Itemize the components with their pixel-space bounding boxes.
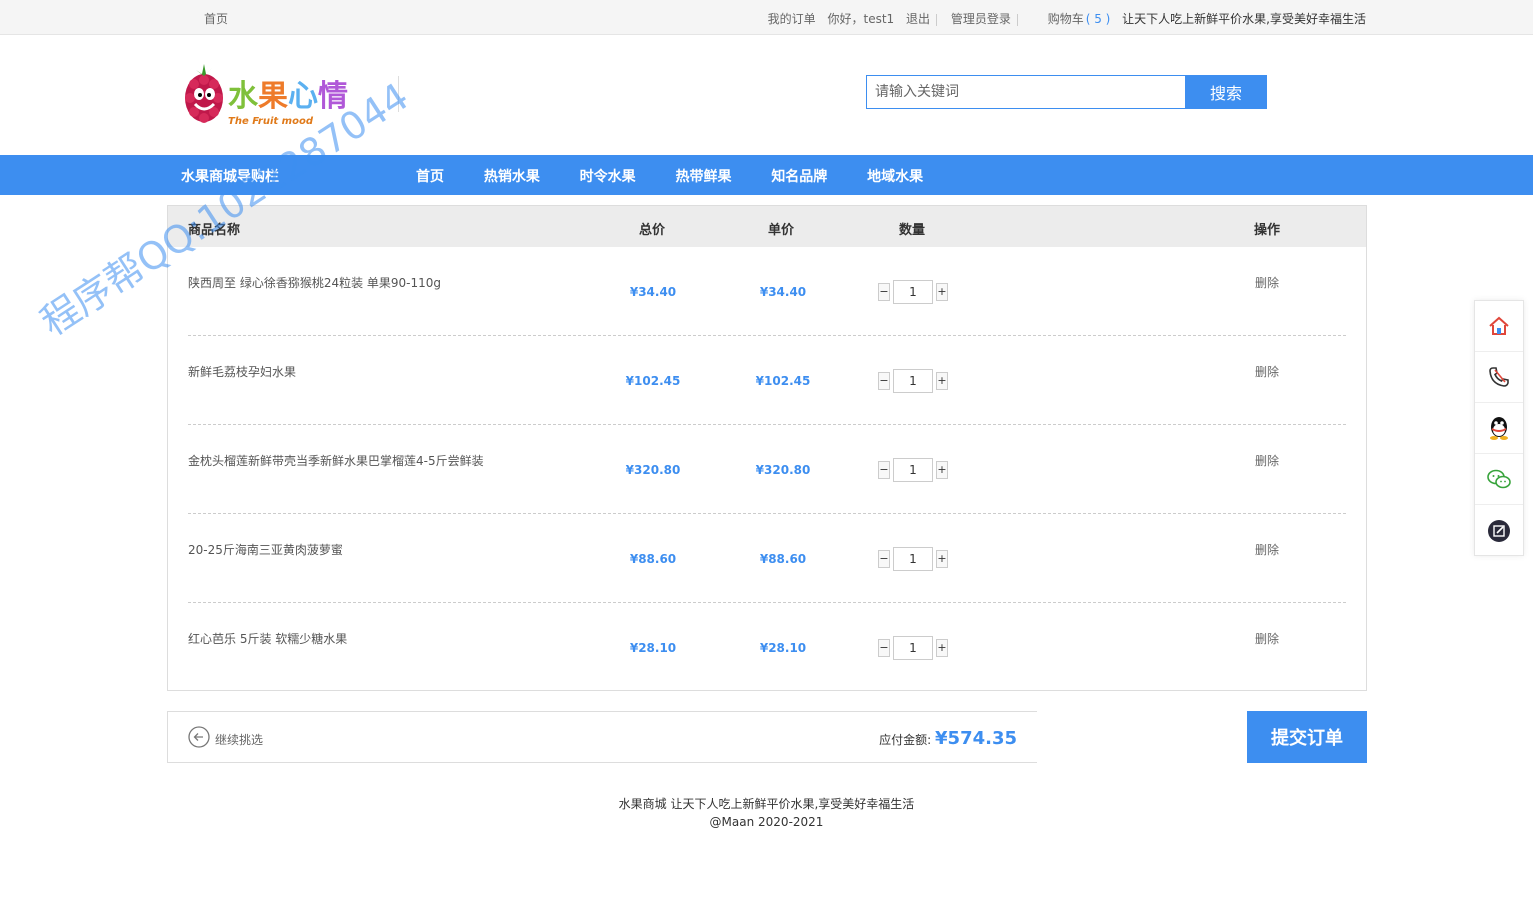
edit-icon: [1488, 519, 1510, 542]
top-slogan: 让天下人吃上新鲜平价水果,享受美好幸福生活: [1122, 12, 1366, 26]
nav-item-tropical[interactable]: 热带鲜果: [675, 166, 731, 186]
top-bar: 首页 我的订单 你好，test1 退出 管理员登录 购物车( 5 ) 让天下人吃…: [0, 0, 1533, 35]
side-phone-button[interactable]: [1475, 352, 1523, 403]
payable-amount: ¥574.35: [935, 728, 1017, 749]
site-logo[interactable]: 水果心情 The Fruit mood: [182, 62, 362, 130]
nav-items: 首页 热销水果 时令水果 热带鲜果 知名品牌 地域水果: [416, 166, 959, 186]
side-feedback-button[interactable]: [1475, 505, 1523, 556]
search-input[interactable]: [866, 75, 1186, 109]
nav-item-brands[interactable]: 知名品牌: [771, 166, 827, 186]
table-row: 陕西周至 绿心徐香猕猴桃24粒装 单果90-110g ¥34.40 ¥34.40…: [168, 247, 1366, 336]
product-name[interactable]: 红心芭乐 5斤装 软糯少糖水果: [188, 630, 347, 647]
delete-link[interactable]: 删除: [1255, 541, 1279, 558]
row-total-price: ¥34.40: [629, 285, 677, 299]
row-unit-price: ¥88.60: [759, 552, 807, 566]
wechat-icon: [1487, 469, 1511, 489]
row-total-price: ¥88.60: [629, 552, 677, 566]
table-row: 红心芭乐 5斤装 软糯少糖水果 ¥28.10 ¥28.10 − + 删除: [168, 603, 1366, 692]
logout-link[interactable]: 退出: [906, 12, 930, 26]
qty-increase-button[interactable]: +: [936, 639, 948, 657]
table-row: 新鲜毛荔枝孕妇水果 ¥102.45 ¥102.45 − + 删除: [168, 336, 1366, 425]
search-button[interactable]: 搜索: [1185, 75, 1267, 109]
qty-increase-button[interactable]: +: [936, 283, 948, 301]
phone-icon: [1489, 367, 1509, 387]
qty-increase-button[interactable]: +: [936, 461, 948, 479]
submit-order-button[interactable]: 提交订单: [1247, 711, 1367, 763]
home-icon: [1489, 316, 1509, 335]
admin-login-link[interactable]: 管理员登录: [951, 12, 1011, 26]
qty-increase-button[interactable]: +: [936, 372, 948, 390]
qty-input[interactable]: [893, 369, 933, 393]
divider: [1016, 13, 1018, 26]
row-total-price: ¥320.80: [625, 463, 681, 477]
top-home-link[interactable]: 首页: [204, 10, 228, 27]
user-greeting: 你好，test1: [827, 12, 895, 26]
qty-input[interactable]: [893, 547, 933, 571]
cart-table: 商品名称 总价 单价 数量 操作 陕西周至 绿心徐香猕猴桃24粒装 单果90-1…: [167, 205, 1367, 691]
side-home-button[interactable]: [1475, 301, 1523, 352]
qty-decrease-button[interactable]: −: [878, 372, 890, 390]
my-orders-link[interactable]: 我的订单: [768, 12, 816, 26]
nav-item-hot[interactable]: 热销水果: [484, 166, 540, 186]
table-row: 金枕头榴莲新鲜带壳当季新鲜水果巴掌榴莲4-5斤尝鲜装 ¥320.80 ¥320.…: [168, 425, 1366, 514]
logo-cn-text: 水果心情: [228, 79, 348, 114]
header-qty: 数量: [899, 223, 926, 238]
cart-count: ( 5 ): [1085, 12, 1111, 26]
product-name[interactable]: 新鲜毛荔枝孕妇水果: [188, 363, 296, 380]
row-unit-price: ¥28.10: [759, 641, 807, 655]
row-total-price: ¥28.10: [629, 641, 677, 655]
qty-decrease-button[interactable]: −: [878, 461, 890, 479]
footer: 水果商城 让天下人吃上新鲜平价水果,享受美好幸福生活 @Maan 2020-20…: [0, 795, 1533, 831]
logo-divider: [398, 76, 399, 112]
qty-decrease-button[interactable]: −: [878, 639, 890, 657]
row-unit-price: ¥34.40: [759, 285, 807, 299]
main-nav: 水果商城导购栏 首页 热销水果 时令水果 热带鲜果 知名品牌 地域水果: [0, 155, 1533, 195]
delete-link[interactable]: 删除: [1255, 363, 1279, 380]
side-toolbar: [1474, 300, 1524, 556]
qty-input[interactable]: [893, 458, 933, 482]
nav-item-regional[interactable]: 地域水果: [867, 166, 923, 186]
search-bar: 搜索: [866, 75, 1267, 109]
side-wechat-button[interactable]: [1475, 454, 1523, 505]
header-unit: 单价: [768, 223, 795, 238]
cart-label: 购物车: [1047, 12, 1084, 26]
delete-link[interactable]: 删除: [1255, 452, 1279, 469]
header-action: 操作: [1254, 223, 1281, 238]
cart-summary: 继续挑选 应付金额: ¥574.35: [167, 711, 1037, 763]
product-name[interactable]: 金枕头榴莲新鲜带壳当季新鲜水果巴掌榴莲4-5斤尝鲜装: [188, 452, 484, 469]
qty-increase-button[interactable]: +: [936, 550, 948, 568]
header-total: 总价: [639, 223, 666, 238]
nav-title: 水果商城导购栏: [181, 169, 279, 185]
cart-table-header: 商品名称 总价 单价 数量 操作: [168, 206, 1366, 247]
table-row: 20-25斤海南三亚黄肉菠萝蜜 ¥88.60 ¥88.60 − + 删除: [168, 514, 1366, 603]
cart-link[interactable]: 购物车( 5 ): [1048, 12, 1111, 26]
payable-total: 应付金额: ¥574.35: [879, 728, 1017, 749]
qty-decrease-button[interactable]: −: [878, 283, 890, 301]
row-unit-price: ¥102.45: [755, 374, 811, 388]
nav-item-seasonal[interactable]: 时令水果: [580, 166, 636, 186]
header-name: 商品名称: [188, 223, 241, 238]
nav-item-home[interactable]: 首页: [416, 166, 444, 186]
product-name[interactable]: 陕西周至 绿心徐香猕猴桃24粒装 单果90-110g: [188, 274, 441, 291]
arrow-left-circle-icon[interactable]: [188, 726, 210, 748]
continue-shopping-link[interactable]: 继续挑选: [215, 731, 263, 748]
side-qq-button[interactable]: [1475, 403, 1523, 454]
row-total-price: ¥102.45: [625, 374, 681, 388]
product-name[interactable]: 20-25斤海南三亚黄肉菠萝蜜: [188, 541, 343, 558]
delete-link[interactable]: 删除: [1255, 274, 1279, 291]
footer-slogan: 水果商城 让天下人吃上新鲜平价水果,享受美好幸福生活: [618, 797, 915, 811]
raspberry-logo-icon: [185, 64, 223, 123]
row-unit-price: ¥320.80: [755, 463, 811, 477]
payable-label: 应付金额:: [879, 733, 932, 747]
qty-decrease-button[interactable]: −: [878, 550, 890, 568]
delete-link[interactable]: 删除: [1255, 630, 1279, 647]
qq-icon: [1490, 417, 1508, 440]
qty-input[interactable]: [893, 280, 933, 304]
divider: [936, 13, 938, 26]
qty-input[interactable]: [893, 636, 933, 660]
top-bar-right: 我的订单 你好，test1 退出 管理员登录 购物车( 5 ) 让天下人吃上新鲜…: [760, 10, 1366, 27]
logo-en-text: The Fruit mood: [228, 116, 314, 127]
footer-copyright: @Maan 2020-2021: [709, 815, 824, 829]
